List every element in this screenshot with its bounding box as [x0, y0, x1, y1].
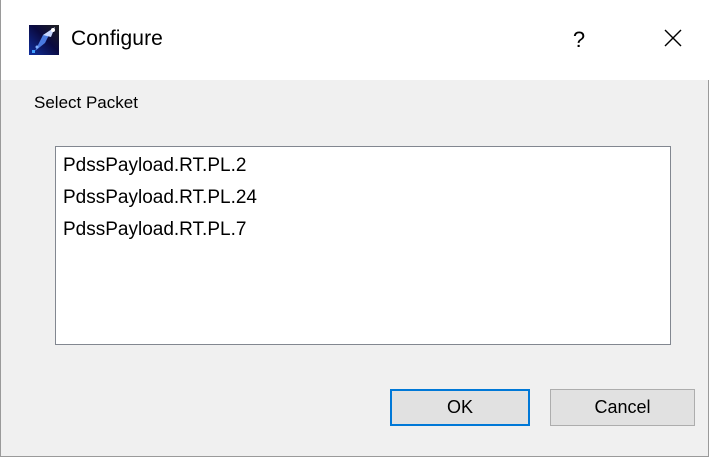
- ok-button[interactable]: OK: [390, 389, 530, 426]
- window-title: Configure: [71, 27, 163, 50]
- configure-dialog: Configure ? Select Packet PdssPayload.RT…: [0, 0, 709, 457]
- ok-button-label: OK: [446, 397, 473, 417]
- packet-list-item[interactable]: PdssPayload.RT.PL.7: [63, 219, 246, 241]
- close-button[interactable]: [651, 18, 695, 62]
- packet-list-item[interactable]: PdssPayload.RT.PL.24: [63, 187, 257, 209]
- help-button[interactable]: ?: [557, 18, 601, 62]
- select-packet-label: Select Packet: [34, 93, 138, 112]
- title-bar[interactable]: Configure ?: [1, 0, 709, 80]
- packet-list[interactable]: PdssPayload.RT.PL.2 PdssPayload.RT.PL.24…: [55, 146, 671, 345]
- cancel-button[interactable]: Cancel: [550, 389, 695, 426]
- packet-list-item[interactable]: PdssPayload.RT.PL.2: [63, 155, 246, 177]
- close-icon: [663, 28, 683, 53]
- help-icon: ?: [572, 27, 586, 52]
- cancel-button-label: Cancel: [594, 397, 651, 417]
- app-logo-icon: [29, 25, 59, 55]
